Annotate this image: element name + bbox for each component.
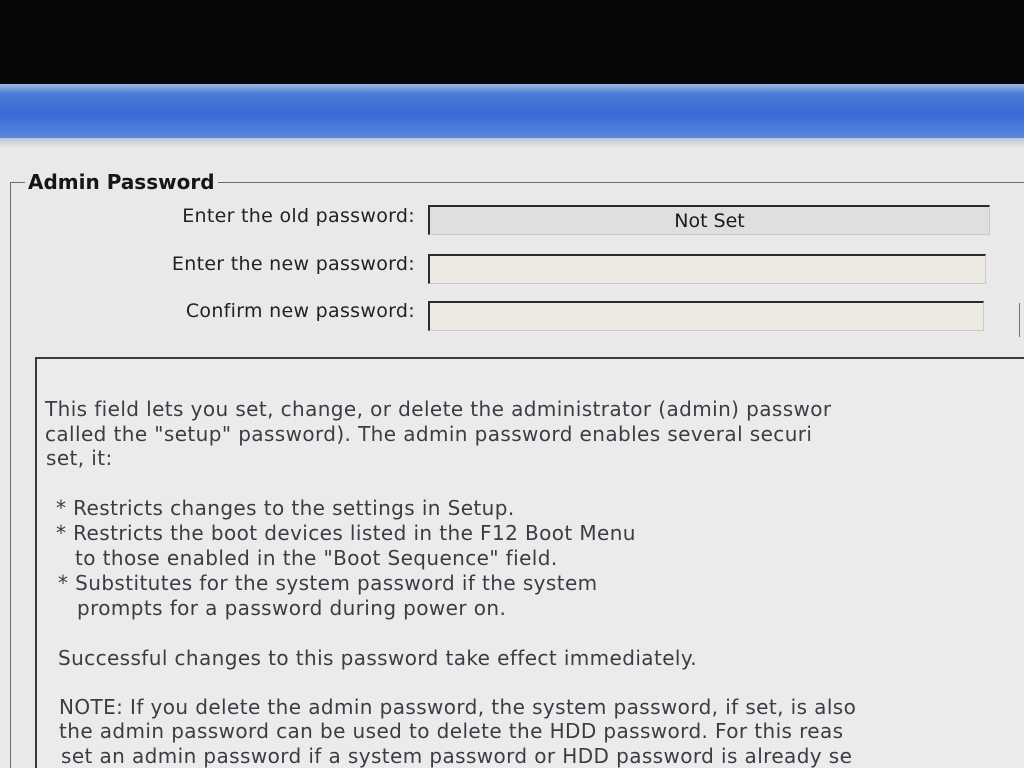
new-password-label: Enter the new password: — [171, 253, 415, 275]
help-line: Successful changes to this password take… — [58, 646, 698, 670]
help-line: set an admin password if a system passwo… — [61, 744, 853, 768]
old-password-field[interactable]: Not Set — [428, 205, 990, 235]
help-text-panel[interactable]: This field lets you set, change, or dele… — [35, 357, 1024, 768]
help-line: * Substitutes for the system password if… — [58, 571, 598, 595]
help-line: * Restricts changes to the settings in S… — [56, 496, 515, 520]
title-bar — [0, 84, 1024, 138]
old-password-label: Enter the old password: — [182, 205, 415, 227]
confirm-password-label: Confirm new password: — [185, 300, 415, 322]
help-line: prompts for a password during power on. — [77, 596, 507, 620]
help-line: called the "setup" password). The admin … — [45, 422, 813, 446]
title-bar-shadow — [0, 138, 1024, 148]
help-line: This field lets you set, change, or dele… — [45, 397, 832, 421]
help-line: to those enabled in the "Boot Sequence" … — [75, 546, 558, 570]
help-line: the admin password can be used to delete… — [59, 719, 844, 743]
bios-setup-screen: Admin Password Enter the old password: N… — [0, 84, 1024, 768]
group-title: Admin Password — [25, 170, 218, 194]
help-line: set, it: — [46, 446, 113, 470]
help-line: * Restricts the boot devices listed in t… — [56, 521, 636, 545]
help-line: NOTE: If you delete the admin password, … — [59, 695, 857, 719]
scrollbar-edge — [1019, 303, 1024, 337]
confirm-password-field[interactable] — [428, 301, 984, 331]
new-password-field[interactable] — [428, 254, 986, 284]
